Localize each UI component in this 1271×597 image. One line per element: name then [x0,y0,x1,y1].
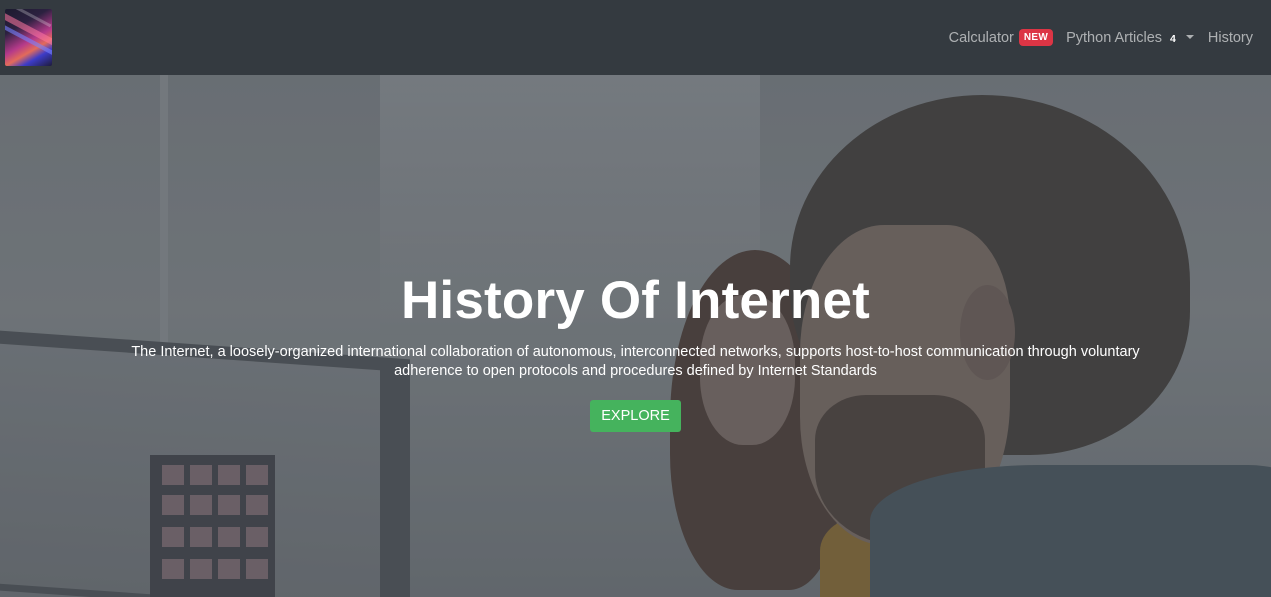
hero-description: The Internet, a loosely-organized intern… [131,344,1140,379]
explore-button[interactable]: EXPLORE [590,400,681,432]
top-navbar: Calculator NEW Python Articles 4 History [0,0,1271,75]
new-badge: NEW [1018,29,1054,46]
count-badge: 4 [1170,32,1176,45]
caret-down-icon[interactable] [1185,34,1194,39]
nav-item-python-articles[interactable]: Python Articles 4 [1060,30,1200,46]
nav-item-label: Python Articles [1066,29,1163,46]
brand-logo-icon[interactable] [5,9,52,66]
nav-item-label: Calculator [948,29,1014,46]
nav-links: Calculator NEW Python Articles 4 History [943,29,1253,46]
nav-item-calculator[interactable]: Calculator NEW [943,29,1060,46]
nav-item-history[interactable]: History [1202,30,1253,46]
hero-title: History Of Internet [400,271,871,330]
nav-item-label: History [1207,29,1253,46]
hero-content: History Of Internet The Internet, a loos… [0,271,1271,432]
hero-section: History Of Internet The Internet, a loos… [0,75,1271,597]
